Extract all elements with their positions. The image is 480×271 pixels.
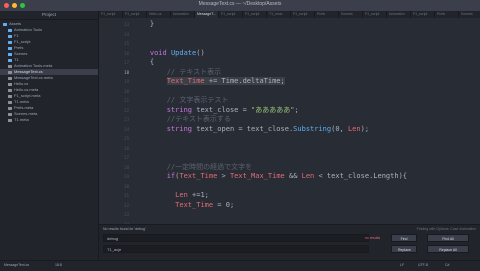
line-number: 18 <box>124 69 129 75</box>
line-number: 30 <box>124 183 129 189</box>
code-line: string text_open = text_close.Substring(… <box>166 124 370 133</box>
title-bar: MessageText.cs — ~/Desktop/Assets <box>0 0 480 11</box>
file-icon <box>8 64 12 68</box>
code-line: Text_Time = 0; <box>175 200 235 209</box>
code-line: string text_close = "あああああ"; <box>166 105 299 114</box>
editor-tab[interactable]: Scenes <box>459 11 480 18</box>
editor-tab[interactable]: F1_script <box>243 11 267 18</box>
line-number: 32 <box>124 202 129 208</box>
tree-item[interactable]: T1.meta <box>0 117 98 123</box>
status-file[interactable]: MessageText.cs <box>4 263 29 267</box>
search-value: debug <box>107 236 119 241</box>
folder-icon <box>8 34 12 38</box>
editor-tab[interactable]: MessageT... <box>195 11 219 18</box>
line-number: 14 <box>124 31 129 37</box>
line-number: 27 <box>124 155 129 160</box>
folder-icon <box>8 52 12 56</box>
folder-icon <box>8 28 12 32</box>
status-line-ending[interactable]: LF <box>400 263 404 267</box>
line-number: 21 <box>124 98 129 103</box>
line-number: 24 <box>124 126 129 132</box>
file-icon <box>8 88 12 92</box>
replace-all-button[interactable]: Replace All <box>427 245 469 253</box>
line-number: 26 <box>124 145 129 151</box>
project-header: Project <box>0 11 98 20</box>
line-number: 22 <box>124 107 129 113</box>
window-title: MessageText.cs — ~/Desktop/Assets <box>198 1 282 7</box>
file-icon <box>8 82 12 86</box>
line-number: 19 <box>124 79 129 84</box>
editor-tab[interactable]: F1_script <box>291 11 315 18</box>
file-icon <box>8 106 12 110</box>
file-tree: Assets Animation Tools F1 F1_script Prefs Sce… <box>0 20 98 123</box>
editor-area: F1_script F1_script Hello.cs Animation Messa… <box>99 11 480 241</box>
editor-tab[interactable]: T1_mscr <box>267 11 291 18</box>
find-options-info: Finding with Options: Case Insensitive <box>416 227 476 231</box>
line-number: 25 <box>124 136 129 141</box>
folder-icon <box>8 46 12 50</box>
code-line: // テキスト表示 <box>133 67 222 76</box>
replace-input[interactable]: T1_acje <box>103 245 369 253</box>
folder-icon <box>3 22 7 26</box>
file-icon <box>8 118 12 122</box>
line-number: 15 <box>124 41 129 46</box>
file-icon <box>8 100 12 104</box>
status-encoding[interactable]: UTF-8 <box>418 263 428 267</box>
editor-tab[interactable]: Prefs <box>315 11 339 18</box>
code-editor[interactable]: } void Update() { // テキスト表示 Text_Time +=… <box>133 18 480 241</box>
line-number: 23 <box>124 117 129 122</box>
line-number: 16 <box>124 50 129 56</box>
editor-tab[interactable]: F1_script <box>99 11 123 18</box>
editor-tab[interactable]: Scenes <box>339 11 363 18</box>
editor-tab[interactable]: Animation <box>387 11 411 18</box>
code-line: void Update() <box>149 48 205 57</box>
code-line: //テキスト表示する <box>133 115 231 123</box>
editor-tab[interactable]: F1_script <box>363 11 387 18</box>
find-all-button[interactable]: Find All <box>427 234 469 242</box>
find-status: No results found for 'debug' <box>103 227 146 231</box>
status-bar: MessageText.cs 18:8 LF UTF-8 C# <box>0 260 480 271</box>
tree-item-label: T1.meta <box>14 117 29 122</box>
replace-button[interactable]: Replace <box>391 245 417 253</box>
code-line: //一定時間の経過で文字を <box>133 162 253 171</box>
status-cursor[interactable]: 18:8 <box>55 263 62 267</box>
editor-tab[interactable]: Animation <box>171 11 195 18</box>
line-number: 31 <box>124 193 129 198</box>
find-button[interactable]: Find <box>391 234 417 242</box>
code-line: // 文字表示テスト <box>133 96 229 104</box>
code-line: { <box>133 58 155 66</box>
editor-tab[interactable]: F1_script <box>123 11 147 18</box>
project-sidebar: Project Assets Animation Tools F1 F1_script… <box>0 11 99 260</box>
line-number: 13 <box>124 22 129 27</box>
tab-bar: F1_script F1_script Hello.cs Animation Messa… <box>99 11 480 18</box>
status-grammar[interactable]: C# <box>445 263 449 267</box>
editor-tab[interactable]: F1_script <box>411 11 435 18</box>
line-number-gutter: 13 14 15 16 17 18 19 20 21 22 23 24 25 26 27 28 29 30 31 32… <box>99 18 133 241</box>
file-icon <box>8 76 12 80</box>
editor-tab[interactable]: F1_script <box>219 11 243 18</box>
file-icon <box>8 112 12 116</box>
search-input[interactable]: debug <box>103 234 369 242</box>
code-line: Text_Time += Time.deltaTime; <box>166 77 285 85</box>
file-icon <box>8 70 12 74</box>
code-line: } <box>133 20 155 28</box>
find-replace-panel: No results found for 'debug' Finding wit… <box>99 224 480 261</box>
editor-tab[interactable]: Prefs <box>435 11 459 18</box>
line-number: 33 <box>124 212 129 217</box>
line-number: 28 <box>124 164 129 170</box>
editor-tab[interactable]: Hello.cs <box>147 11 171 18</box>
replace-value: T1_acje <box>107 247 122 252</box>
file-icon <box>8 94 12 98</box>
code-line: if(Text_Time > Text_Max_Time && Len < te… <box>166 172 407 180</box>
line-number: 29 <box>124 174 129 179</box>
code-line: Len +=1; <box>175 191 209 199</box>
line-number: 17 <box>124 60 129 65</box>
result-count: no results <box>365 236 381 240</box>
line-number: 20 <box>124 88 129 94</box>
folder-icon <box>8 40 12 44</box>
folder-icon <box>8 58 12 62</box>
